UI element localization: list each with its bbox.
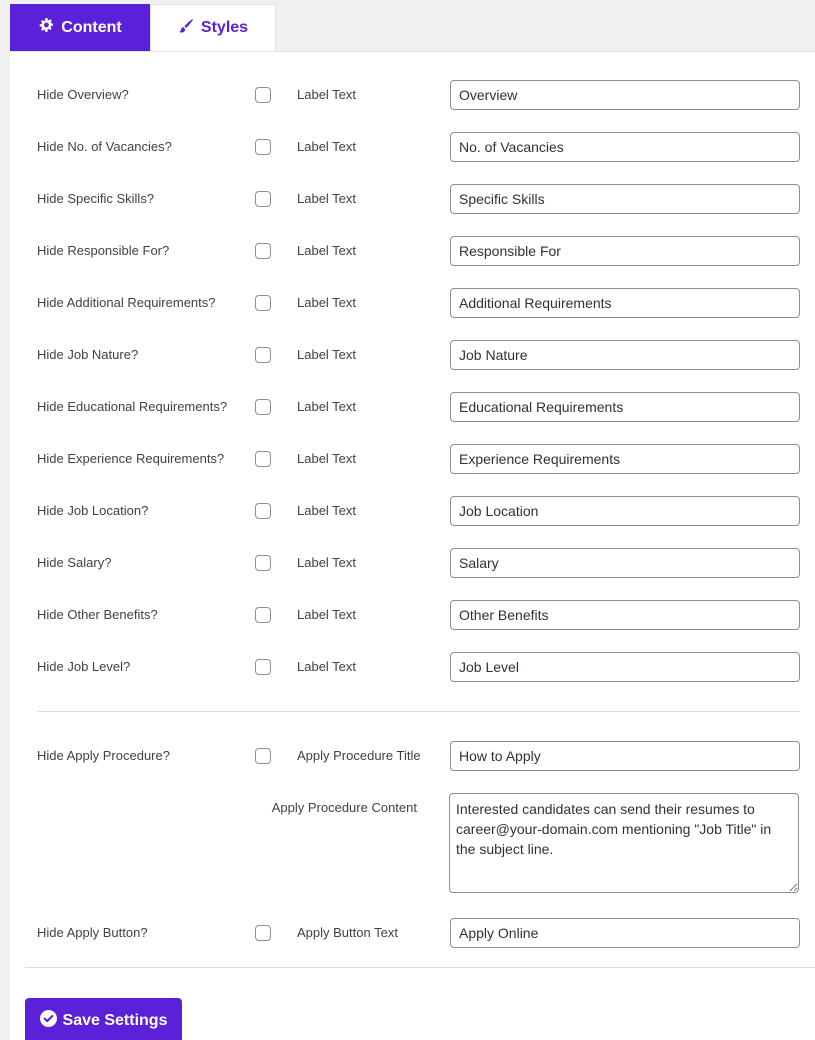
label-text-label: Label Text [297, 139, 357, 154]
apply-procedure-content-label: Apply Procedure Content [271, 800, 417, 815]
field-row: Hide Educational Requirements? Label Text [10, 392, 815, 422]
label-text-input[interactable] [450, 548, 800, 578]
hide-field-label: Hide Responsible For? [37, 243, 170, 258]
hide-field-label: Hide Salary? [37, 555, 112, 570]
label-text-label: Label Text [297, 87, 357, 102]
field-row: Hide Salary? Label Text [10, 548, 815, 578]
field-row: Hide Additional Requirements? Label Text [10, 288, 815, 318]
content-settings-panel: Hide Overview?Label TextHide No. of Vaca… [10, 51, 815, 1040]
hide-field-checkbox[interactable] [255, 243, 271, 259]
hide-field-checkbox[interactable] [255, 399, 271, 415]
label-text-input[interactable] [450, 652, 800, 682]
label-text-input[interactable] [450, 288, 800, 318]
tab-styles-label: Styles [200, 19, 249, 36]
label-text-input[interactable] [450, 444, 800, 474]
hide-field-checkbox[interactable] [255, 295, 271, 311]
paintbrush-icon [178, 18, 194, 39]
field-row: Hide Specific Skills? Label Text [10, 184, 815, 214]
check-circle-icon [39, 1010, 57, 1032]
label-text-input[interactable] [450, 496, 800, 526]
label-text-label: Label Text [297, 503, 357, 518]
apply-button-text-label: Apply Button Text [297, 925, 398, 940]
hide-field-label: Hide Experience Requirements? [37, 451, 225, 466]
hide-field-label: Hide Overview? [37, 87, 129, 102]
label-text-label: Label Text [297, 191, 357, 206]
label-text-label: Label Text [297, 607, 357, 622]
field-row: Hide Experience Requirements? Label Text [10, 444, 815, 474]
field-row: Hide Job Location? Label Text [10, 496, 815, 526]
hide-apply-procedure-checkbox[interactable] [255, 748, 271, 764]
label-text-input[interactable] [450, 132, 800, 162]
hide-field-checkbox[interactable] [255, 347, 271, 363]
hide-field-label: Hide No. of Vacancies? [37, 139, 172, 154]
label-text-label: Label Text [297, 659, 357, 674]
gear-icon [38, 17, 54, 38]
settings-tabs: Content Styles [10, 4, 276, 51]
hide-field-checkbox[interactable] [255, 87, 271, 103]
field-row: Hide Job Nature? Label Text [10, 340, 815, 370]
apply-procedure-title-label: Apply Procedure Title [297, 748, 421, 763]
section-divider [37, 711, 800, 712]
label-text-input[interactable] [450, 392, 800, 422]
hide-field-checkbox[interactable] [255, 659, 271, 675]
hide-field-label: Hide Job Nature? [37, 347, 139, 362]
label-text-label: Label Text [297, 295, 357, 310]
hide-field-checkbox[interactable] [255, 555, 271, 571]
apply-button-row: Hide Apply Button? Apply Button Text [10, 918, 815, 948]
apply-procedure-row: Hide Apply Procedure? Apply Procedure Ti… [10, 741, 815, 771]
label-text-label: Label Text [297, 347, 357, 362]
field-row: Hide No. of Vacancies? Label Text [10, 132, 815, 162]
hide-field-checkbox[interactable] [255, 139, 271, 155]
label-text-input[interactable] [450, 184, 800, 214]
hide-field-checkbox[interactable] [255, 191, 271, 207]
footer-divider [25, 967, 815, 968]
apply-button-text-input[interactable] [450, 918, 800, 948]
hide-apply-button-checkbox[interactable] [255, 925, 271, 941]
hide-field-label: Hide Job Level? [37, 659, 131, 674]
field-row: Hide Job Level? Label Text [10, 652, 815, 682]
tab-styles[interactable]: Styles [150, 4, 276, 51]
save-settings-button[interactable]: Save Settings [25, 998, 182, 1040]
hide-field-checkbox[interactable] [255, 451, 271, 467]
field-row: Hide Other Benefits? Label Text [10, 600, 815, 630]
hide-field-label: Hide Additional Requirements? [37, 295, 216, 310]
apply-procedure-title-input[interactable] [450, 741, 800, 771]
hide-field-label: Hide Educational Requirements? [37, 399, 228, 414]
hide-field-label: Hide Specific Skills? [37, 191, 155, 206]
hide-apply-button-label: Hide Apply Button? [37, 925, 148, 940]
label-text-input[interactable] [450, 340, 800, 370]
label-text-input[interactable] [450, 600, 800, 630]
apply-procedure-content-textarea[interactable]: Interested candidates can send their res… [449, 793, 799, 893]
label-text-label: Label Text [297, 243, 357, 258]
label-text-input[interactable] [450, 236, 800, 266]
save-settings-label: Save Settings [62, 1012, 168, 1029]
hide-field-checkbox[interactable] [255, 503, 271, 519]
tab-content[interactable]: Content [10, 4, 150, 51]
field-row: Hide Overview? Label Text [10, 80, 815, 110]
label-text-input[interactable] [450, 80, 800, 110]
label-text-label: Label Text [297, 399, 357, 414]
tab-content-label: Content [61, 18, 122, 36]
hide-apply-procedure-label: Hide Apply Procedure? [37, 748, 170, 763]
hide-field-checkbox[interactable] [255, 607, 271, 623]
hide-field-label: Hide Other Benefits? [37, 607, 158, 622]
label-text-label: Label Text [297, 451, 357, 466]
hide-field-label: Hide Job Location? [37, 503, 149, 518]
field-row: Hide Responsible For? Label Text [10, 236, 815, 266]
label-text-label: Label Text [297, 555, 357, 570]
